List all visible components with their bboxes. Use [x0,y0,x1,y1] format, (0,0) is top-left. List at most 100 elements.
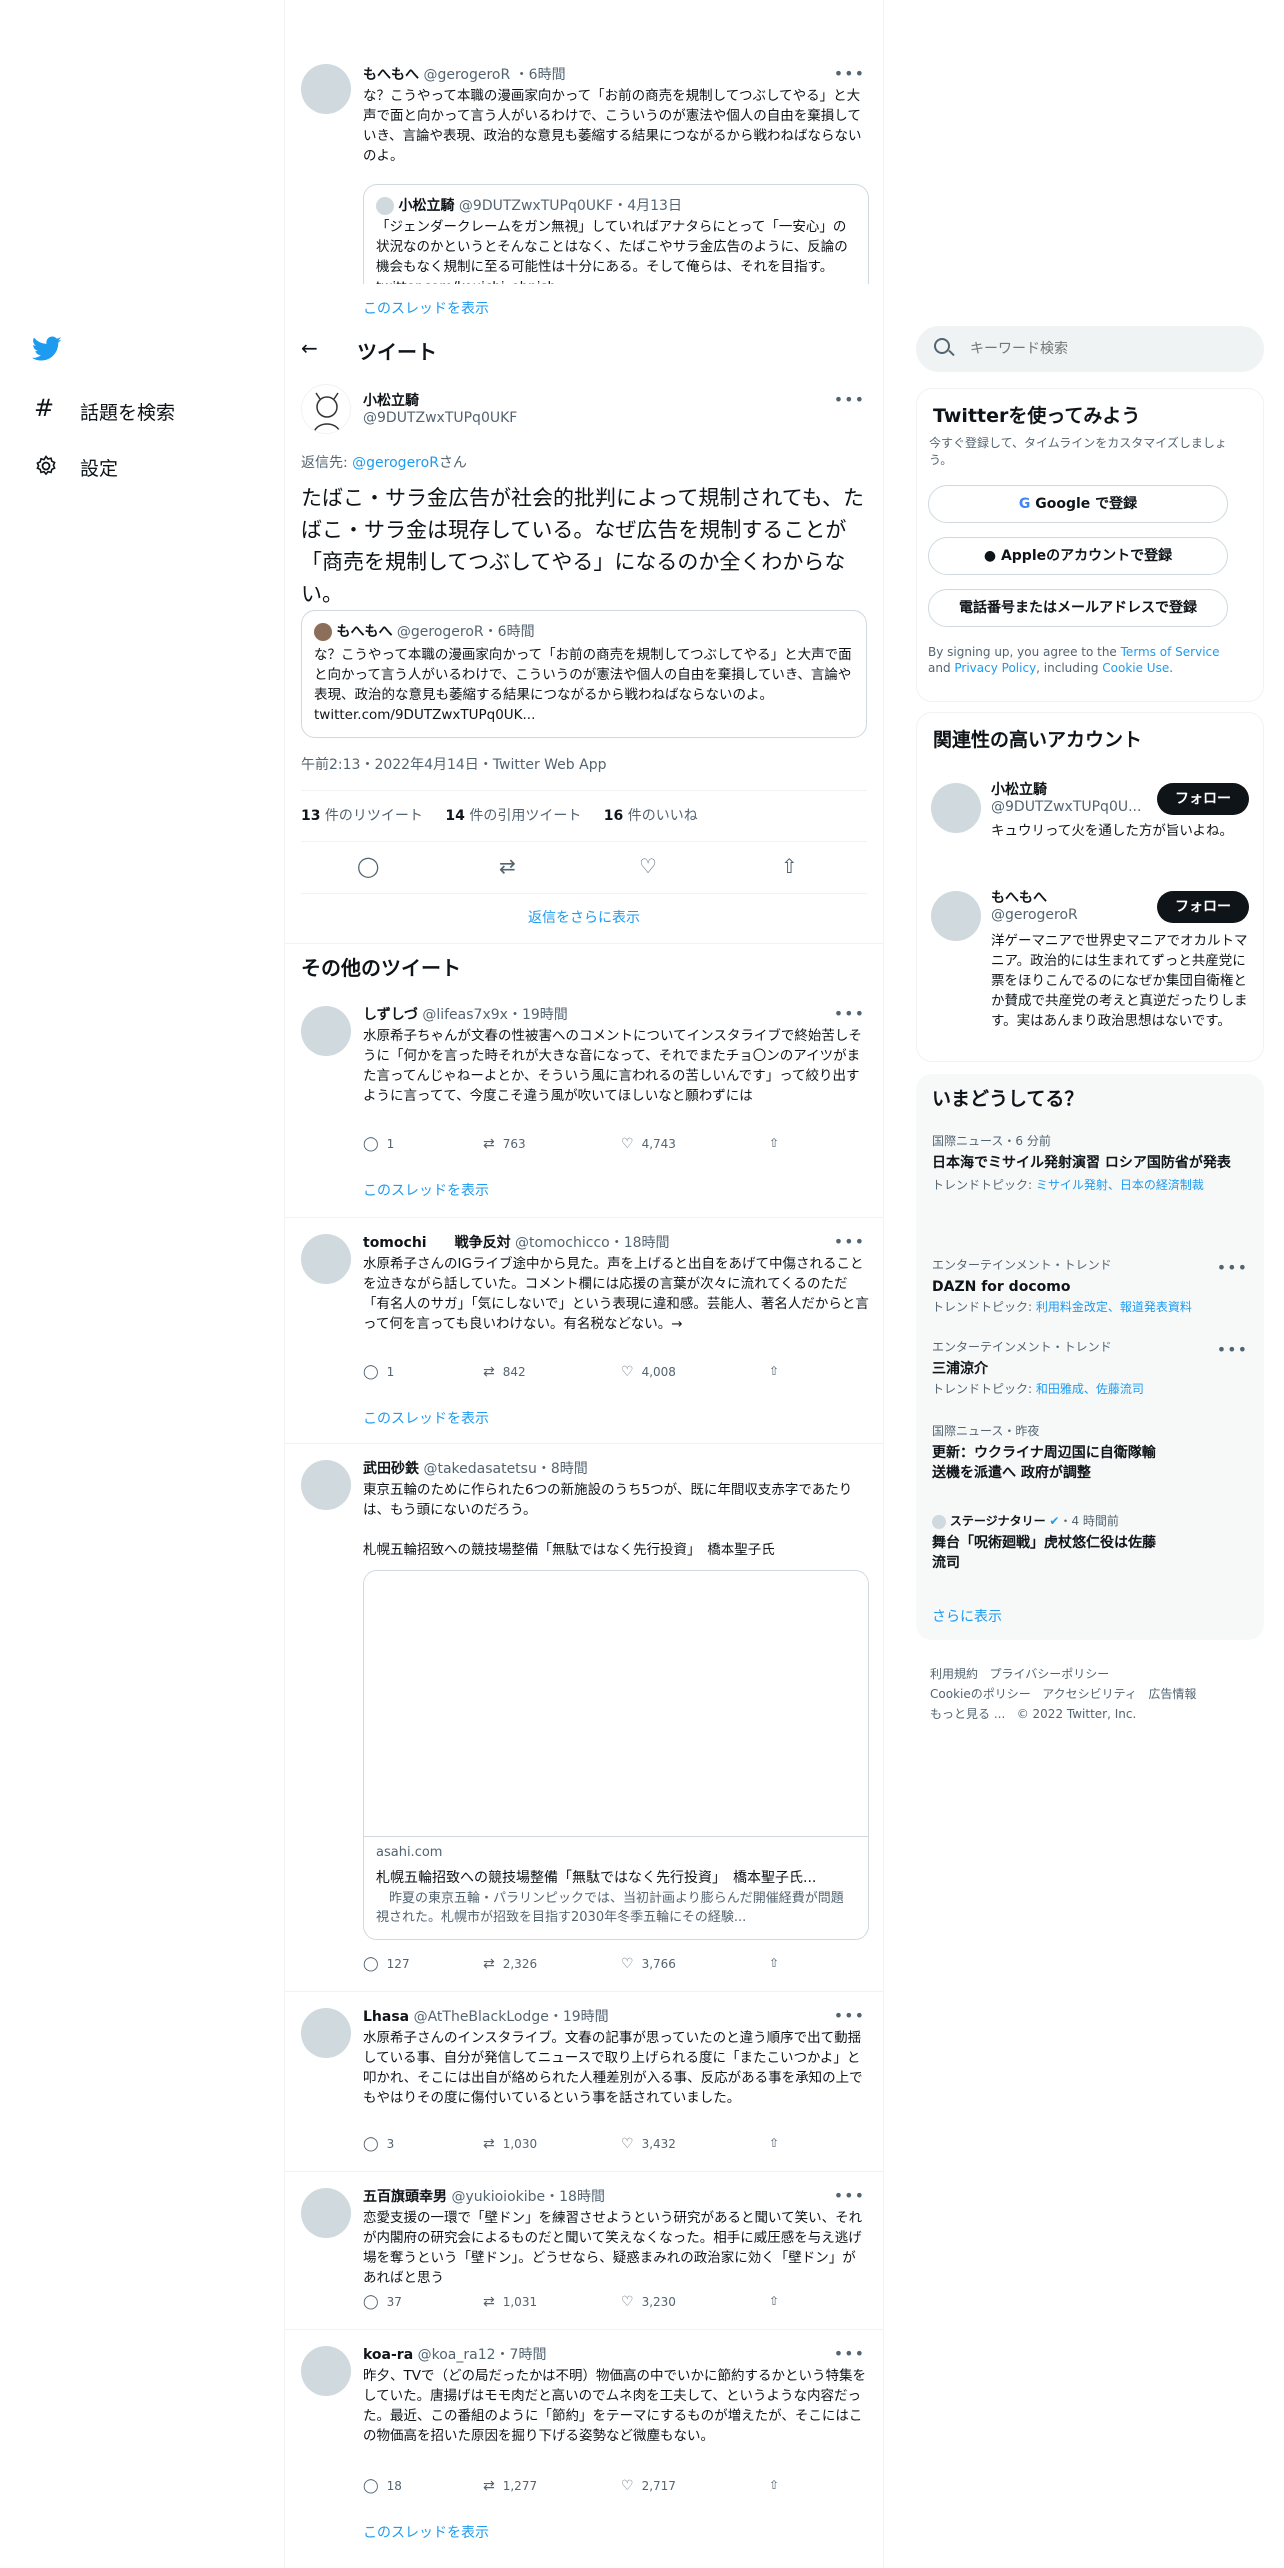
reply-button[interactable]: ◯ 3 [363,2136,394,2152]
reply-button[interactable]: ◯ 1 [363,1364,394,1380]
follow-button[interactable]: フォロー [1157,891,1249,923]
google-icon: G [1018,496,1031,512]
retweets-count[interactable]: 13 件のリツイート [301,808,423,824]
more-options-icon[interactable]: ••• [834,1232,865,1251]
timeline-tweet[interactable]: koa-ra @koa_ra12・7時間 ••• 昨夕、TVで（どの局だったかは… [285,2330,883,2568]
apple-signup-button[interactable]: ● Appleのアカウントで登録 [928,537,1228,575]
more-options-icon[interactable]: ••• [834,2006,865,2025]
reply-icon[interactable]: ◯ [357,854,379,878]
more-options-icon[interactable]: ••• [1217,1340,1248,1359]
like-button[interactable]: ♡ 3,766 [621,1956,676,1972]
avatar[interactable] [931,891,981,941]
share-icon[interactable]: ⇧ [769,1136,779,1150]
avatar[interactable] [301,64,351,114]
avatar [376,197,394,215]
link-card[interactable]: asahi.com 札幌五輪招致への競技場整備「無駄ではなく先行投資」 橋本聖子… [363,1570,869,1940]
like-button[interactable]: ♡ 4,008 [621,1364,676,1380]
reply-button[interactable]: ◯ 37 [363,2294,402,2310]
timeline-tweet[interactable]: 五百旗頭幸男 @yukioiokibe・18時間 ••• 恋愛支援の一環で「壁ド… [285,2172,883,2330]
avatar[interactable] [301,2188,351,2238]
quotes-count[interactable]: 14 件の引用ツイート [445,808,581,824]
trend-item[interactable]: エンターテインメント・トレンド 三浦涼介 トレンドトピック: 和田雅成、佐藤流司 [932,1338,1248,1397]
avatar[interactable] [301,1006,351,1056]
author-name[interactable]: 小松立騎 [363,393,419,409]
retweet-button[interactable]: ⇄ 842 [483,1364,526,1380]
account-row[interactable]: 小松立騎 @9DUTZwxTUPq0U... フォロー キュウリって火を通した方が… [917,769,1263,869]
timeline-tweet[interactable]: tomochi 戦争反対 @tomochicco・18時間 ••• 水原希子さん… [285,1218,883,1444]
quoted-tweet[interactable]: 小松立騎 @9DUTZwxTUPq0UKF・4月13日 「ジェンダークレームをガ… [363,184,869,284]
timeline-tweet[interactable]: Lhasa @AtTheBlackLodge・19時間 ••• 水原希子さんのイ… [285,1992,883,2172]
tweet-text: 水原希子さんのIGライブ途中から見た。声を上げると出自をあげて中傷されることを泣… [363,1256,869,1332]
show-thread-link[interactable]: このスレッドを表示 [363,1408,489,1428]
show-more-replies-link[interactable]: 返信をさらに表示 [285,894,883,944]
search-input[interactable] [968,334,1248,364]
trend-item[interactable]: 国際ニュース・昨夜 更新：ウクライナ周辺国に自衛隊輸送機を派遣へ 政府が調整 [932,1422,1162,1483]
share-icon[interactable]: ⇧ [769,2294,779,2308]
show-thread-link[interactable]: このスレッドを表示 [363,298,489,318]
twitter-logo-icon[interactable] [31,336,62,366]
avatar[interactable] [301,2346,351,2396]
reply-button[interactable]: ◯ 1 [363,1136,394,1152]
avatar[interactable] [301,1460,351,1510]
trend-item[interactable]: エンターテインメント・トレンド DAZN for docomo トレンドトピック… [932,1256,1248,1315]
like-button[interactable]: ♡ 4,743 [621,1136,676,1152]
retweet-button[interactable]: ⇄ 1,031 [483,2294,537,2310]
avatar[interactable] [931,783,981,833]
phone-email-signup-button[interactable]: 電話番号またはメールアドレスで登録 [928,589,1228,627]
retweet-button[interactable]: ⇄ 763 [483,1136,526,1152]
author-name[interactable]: もへもへ [363,67,419,83]
author-handle[interactable]: @gerogeroR [423,67,510,83]
more-options-icon[interactable]: ••• [834,1004,865,1023]
like-button[interactable]: ♡ 3,230 [621,2294,676,2310]
like-button[interactable]: ♡ 2,717 [621,2478,676,2494]
google-signup-button[interactable]: G Google で登録 [928,485,1228,523]
share-icon[interactable]: ⇧ [769,2136,779,2150]
reply-button[interactable]: ◯ 18 [363,2478,402,2494]
retweet-button[interactable]: ⇄ 1,277 [483,2478,537,2494]
retweet-button[interactable]: ⇄ 2,326 [483,1956,537,1972]
avatar[interactable] [301,2008,351,2058]
quoted-text: な？こうやって本職の漫画家向かって「お前の商売を規制してつぶしてやる」と大声で面… [314,647,852,723]
likes-count[interactable]: 16 件のいいね [604,808,698,824]
context-tweet[interactable]: もへもへ @gerogeroR ・6時間 ••• な？こうやって本職の漫画家向か… [285,50,883,320]
cookie-link[interactable]: Cookie Use [1102,661,1169,675]
account-row[interactable]: もへもへ @gerogeroR フォロー 洋ゲーマニアで世界史マニアでオカルトマニ… [917,877,1263,1057]
share-icon[interactable]: ⇧ [769,2478,779,2492]
avatar[interactable] [301,384,351,434]
show-more-trends-link[interactable]: さらに表示 [932,1606,1002,1626]
author-handle[interactable]: @9DUTZwxTUPq0UKF [363,410,517,426]
privacy-link[interactable]: Privacy Policy [954,661,1036,675]
back-arrow-icon[interactable]: ← [301,336,318,360]
more-options-icon[interactable]: ••• [834,2344,865,2363]
other-tweets-heading: その他のツイート [301,956,461,980]
trend-item[interactable]: ステージナタリー ✔・4 時間前 舞台「呪術廻戦」虎杖悠仁役は佐藤流司 [932,1512,1162,1573]
more-options-icon[interactable]: ••• [834,390,865,409]
trend-item[interactable]: 国際ニュース・6 分前 日本海でミサイル発射演習 ロシア国防省が発表 トレンドト… [932,1132,1248,1193]
avatar[interactable] [301,1234,351,1284]
more-options-icon[interactable]: ••• [1217,1258,1248,1277]
timeline-tweet[interactable]: しずしづ @lifeas7x9x・19時間 ••• 水原希子ちゃんが文春の性被害… [285,990,883,1218]
like-button[interactable]: ♡ 3,432 [621,2136,676,2152]
share-icon[interactable]: ⇧ [781,854,798,878]
follow-button[interactable]: フォロー [1157,783,1249,815]
search-box[interactable] [916,326,1264,372]
like-icon[interactable]: ♡ [639,854,657,878]
retweet-button[interactable]: ⇄ 1,030 [483,2136,537,2152]
timeline-tweet[interactable]: 武田砂鉄 @takedasatetsu・8時間 東京五輪のために作られた6つの新… [285,1444,883,1992]
reply-button[interactable]: ◯ 127 [363,1956,410,1972]
quoted-tweet[interactable]: もへもへ @gerogeroR・6時間 な？こうやって本職の漫画家向かって「お前… [301,610,867,738]
retweet-icon[interactable]: ⇄ [499,854,516,878]
share-icon[interactable]: ⇧ [769,1956,779,1970]
more-options-icon[interactable]: ••• [834,64,865,83]
avatar [314,623,332,641]
reply-to-handle[interactable]: @gerogeroR [352,455,439,471]
more-options-icon[interactable]: ••• [834,2186,865,2205]
share-icon[interactable]: ⇧ [769,1364,779,1378]
tweet-text: 昨夕、TVで（どの局だったかは不明）物価高の中でいかに節約するかという特集をして… [363,2368,866,2444]
terms-link[interactable]: Terms of Service [1121,645,1220,659]
tweet-time[interactable]: 6時間 [529,67,566,83]
show-thread-link[interactable]: このスレッドを表示 [363,2522,489,2542]
tweet-timestamp[interactable]: 午前2:13・2022年4月14日・Twitter Web App [301,754,606,774]
gear-icon [36,455,56,476]
show-thread-link[interactable]: このスレッドを表示 [363,1180,489,1200]
